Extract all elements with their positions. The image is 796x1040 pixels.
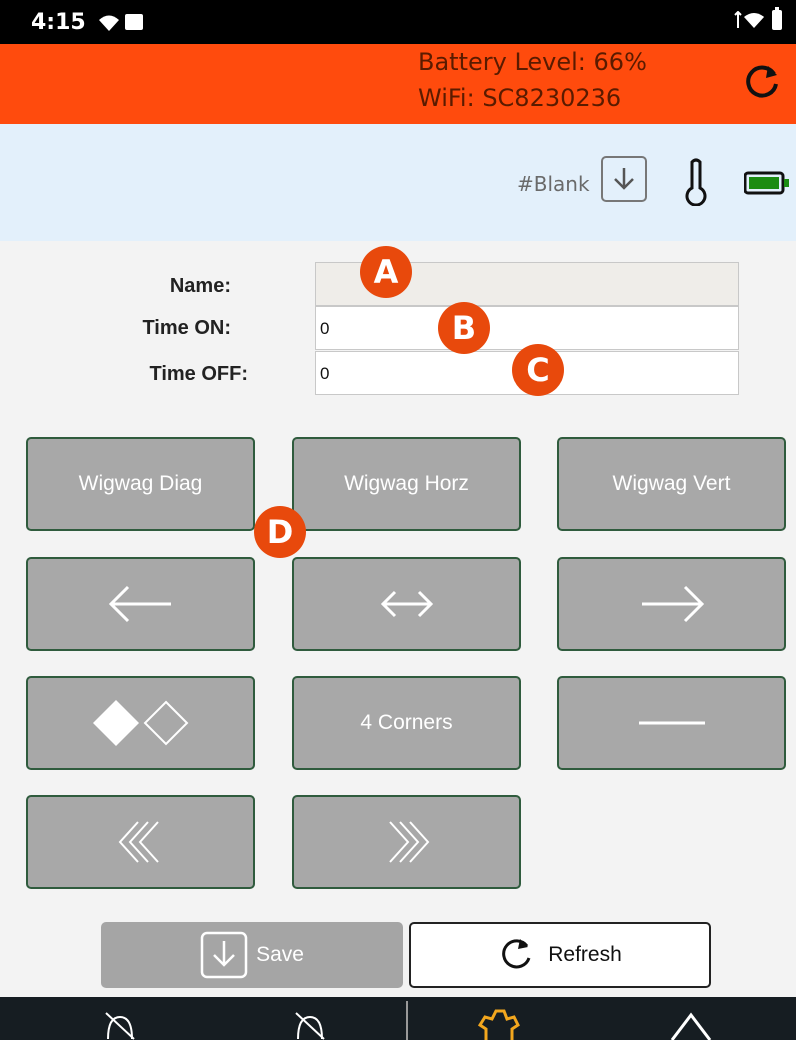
save-label: Save (256, 943, 304, 966)
refresh-button[interactable]: Refresh (409, 922, 711, 988)
save-button[interactable]: Save (101, 922, 403, 988)
triple-chevron-right-icon (388, 821, 429, 863)
pattern-button-chevron-left[interactable] (26, 795, 255, 889)
pattern-button-wigwag-vert[interactable]: Wigwag Vert (557, 437, 786, 531)
battery-level-text: Battery Level: 66% (418, 48, 647, 76)
device-status-bar: #Blank (0, 124, 796, 241)
pattern-button-chevron-right[interactable] (292, 795, 521, 889)
light-off-icon[interactable] (100, 1011, 140, 1040)
arrow-left-right-icon (380, 590, 433, 618)
pattern-button-alternating[interactable] (26, 676, 255, 770)
arrow-right-icon (641, 585, 704, 623)
time-on-field[interactable]: 0 (315, 306, 739, 350)
status-battery-icon (772, 7, 782, 30)
arrow-left-icon (108, 585, 171, 623)
pattern-label: Wigwag Diag (78, 472, 203, 495)
annotation-badge-d: D (254, 506, 306, 558)
nav-divider (406, 1001, 408, 1040)
horizontal-line-icon (638, 721, 705, 725)
current-pattern-name: #Blank (517, 172, 590, 196)
wifi-question-icon (99, 15, 119, 31)
pattern-label: Wigwag Vert (612, 472, 731, 495)
download-arrow-icon (614, 168, 634, 190)
settings-gear-icon[interactable] (476, 1007, 522, 1040)
status-right-icons (732, 7, 782, 30)
triple-chevron-left-icon (118, 821, 159, 863)
download-icon[interactable] (601, 156, 647, 202)
pattern-label: Wigwag Horz (344, 472, 469, 495)
pattern-button-wigwag-horz[interactable]: Wigwag Horz (292, 437, 521, 531)
status-bar: 4:15 (0, 0, 796, 44)
pattern-button-horizontal-line[interactable] (557, 676, 786, 770)
time-off-label: Time OFF: (149, 363, 248, 385)
pattern-button-wigwag-diag[interactable]: Wigwag Diag (26, 437, 255, 531)
wifi-text: WiFi: SC8230236 (418, 84, 622, 112)
pattern-button-arrow-right[interactable] (557, 557, 786, 651)
save-download-icon (200, 931, 248, 979)
annotation-badge-c: C (512, 344, 564, 396)
time-on-label: Time ON: (142, 317, 231, 339)
pattern-label: 4 Corners (360, 711, 453, 734)
thermometer-icon (685, 158, 707, 206)
alternating-diamonds-icon (92, 700, 188, 746)
refresh-icon (502, 939, 531, 969)
annotation-badge-b: B (438, 302, 490, 354)
header-bar: Battery Level: 66% WiFi: SC8230236 (0, 44, 796, 124)
status-time: 4:15 (31, 10, 86, 35)
gallery-icon (125, 14, 143, 30)
pattern-button-arrow-both[interactable] (292, 557, 521, 651)
home-icon[interactable] (668, 1009, 714, 1040)
bottom-navigation (0, 997, 796, 1040)
name-label: Name: (169, 275, 231, 297)
wifi-off-icon (734, 11, 764, 28)
annotation-badge-a: A (360, 246, 412, 298)
refresh-label: Refresh (548, 943, 622, 966)
light-off-icon-2[interactable] (290, 1011, 330, 1040)
refresh-icon[interactable] (740, 60, 784, 104)
battery-icon (744, 171, 789, 195)
pattern-button-4-corners[interactable]: 4 Corners (292, 676, 521, 770)
pattern-button-arrow-left[interactable] (26, 557, 255, 651)
